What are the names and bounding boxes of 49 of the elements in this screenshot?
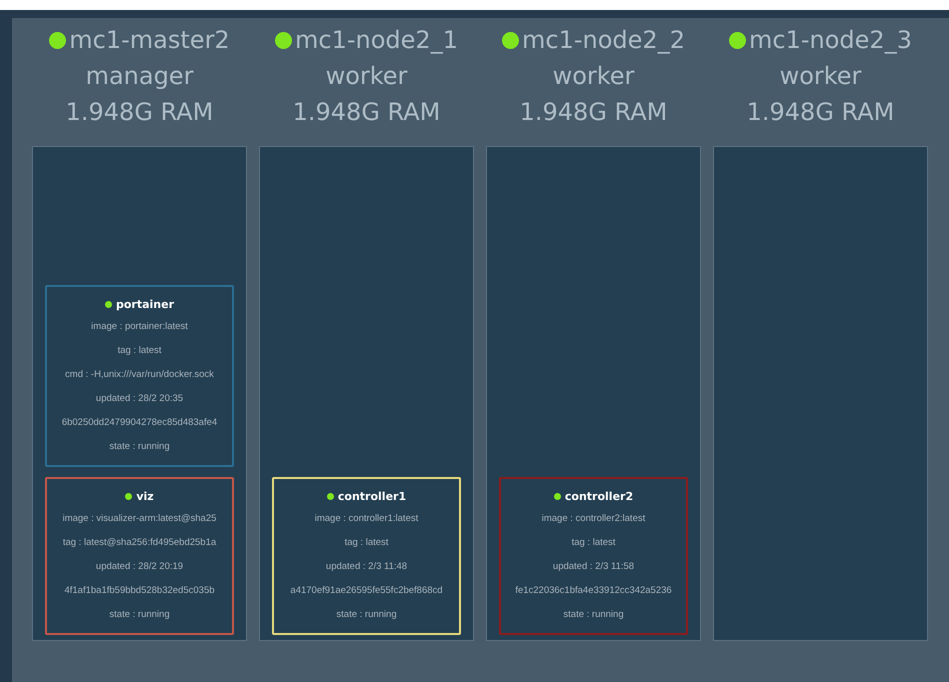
service-status-icon xyxy=(104,300,112,308)
node-status-icon xyxy=(729,32,746,48)
node-role: worker xyxy=(552,61,634,92)
service-detail: fe1c22036c1bfa4e33912cc342a5236 xyxy=(515,584,672,598)
service-detail: image : visualizer-arm:latest@sha25 xyxy=(62,512,216,526)
node-role: worker xyxy=(780,61,862,92)
service-name: controller1 xyxy=(338,490,406,502)
node-status-icon xyxy=(502,32,520,48)
service-detail: updated : 2/3 11:58 xyxy=(552,560,634,574)
service-detail: updated : 2/3 11:48 xyxy=(326,560,408,574)
service-name: controller2 xyxy=(564,490,634,502)
node-name: mc1-node2_2 xyxy=(522,25,685,56)
service-detail: state : running xyxy=(563,608,624,622)
node-ram: 1.948G RAM xyxy=(746,97,894,128)
service-detail: updated : 28/2 20:19 xyxy=(96,560,184,574)
service-detail: image : controller2:latest xyxy=(542,512,646,526)
node-name: mc1-master2 xyxy=(69,25,230,56)
service-card[interactable]: portainer image : portainer:latest tag : latest cmd : -H,unix:///var/run/docker.sock updated : 28/2 20:35 6b0250dd2479904278ec85d483afe4 state : running xyxy=(45,285,234,467)
service-status-icon xyxy=(554,492,561,500)
service-card[interactable]: controller1 image : controller1:latest tag : latest updated : 2/3 11:48 a4170ef91ae26595fe55fc2bef868cd state : running xyxy=(272,477,461,635)
service-detail: tag : latest xyxy=(118,344,162,358)
service-detail: updated : 28/2 20:35 xyxy=(96,392,184,406)
service-detail: state : running xyxy=(109,440,170,454)
service-card[interactable]: viz image : visualizer-arm:latest@sha25 tag : latest@sha256:fd495ebd25b1a updated : 28/2 20:19 4f1af1ba1fb59bbd528b32ed5c035b state : running xyxy=(45,477,234,635)
service-detail: state : running xyxy=(109,608,170,622)
node-role: worker xyxy=(326,61,408,92)
service-name: viz xyxy=(136,490,154,502)
service-detail: tag : latest@sha256:fd495ebd25b1a xyxy=(62,536,216,550)
node-status-icon xyxy=(49,32,66,48)
node-ram: 1.948G RAM xyxy=(292,97,440,128)
service-name: portainer xyxy=(116,298,174,310)
service-detail: image : controller1:latest xyxy=(314,512,418,526)
service-detail: tag : latest xyxy=(572,536,616,550)
service-detail: cmd : -H,unix:///var/run/docker.sock xyxy=(65,368,214,382)
node-ram: 1.948G RAM xyxy=(66,97,214,128)
node-ram: 1.948G RAM xyxy=(520,97,668,128)
service-status-icon xyxy=(125,492,132,500)
node-name: mc1-node2_1 xyxy=(295,25,458,56)
service-status-icon xyxy=(326,492,334,500)
service-detail: state : running xyxy=(336,608,397,622)
service-detail: 4f1af1ba1fb59bbd528b32ed5c035b xyxy=(64,584,215,598)
node-status-icon xyxy=(275,32,292,48)
node-role: manager xyxy=(86,61,194,92)
service-detail: a4170ef91ae26595fe55fc2bef868cd xyxy=(290,584,443,598)
service-detail: 6b0250dd2479904278ec85d483afe4 xyxy=(62,416,218,430)
node-name: mc1-node2_3 xyxy=(749,25,912,56)
service-card[interactable]: controller2 image : controller2:latest tag : latest updated : 2/3 11:58 fe1c22036c1bfa4e33912cc342a5236 state : running xyxy=(499,477,688,635)
service-detail: image : portainer:latest xyxy=(91,320,188,334)
service-detail: tag : latest xyxy=(344,536,388,550)
